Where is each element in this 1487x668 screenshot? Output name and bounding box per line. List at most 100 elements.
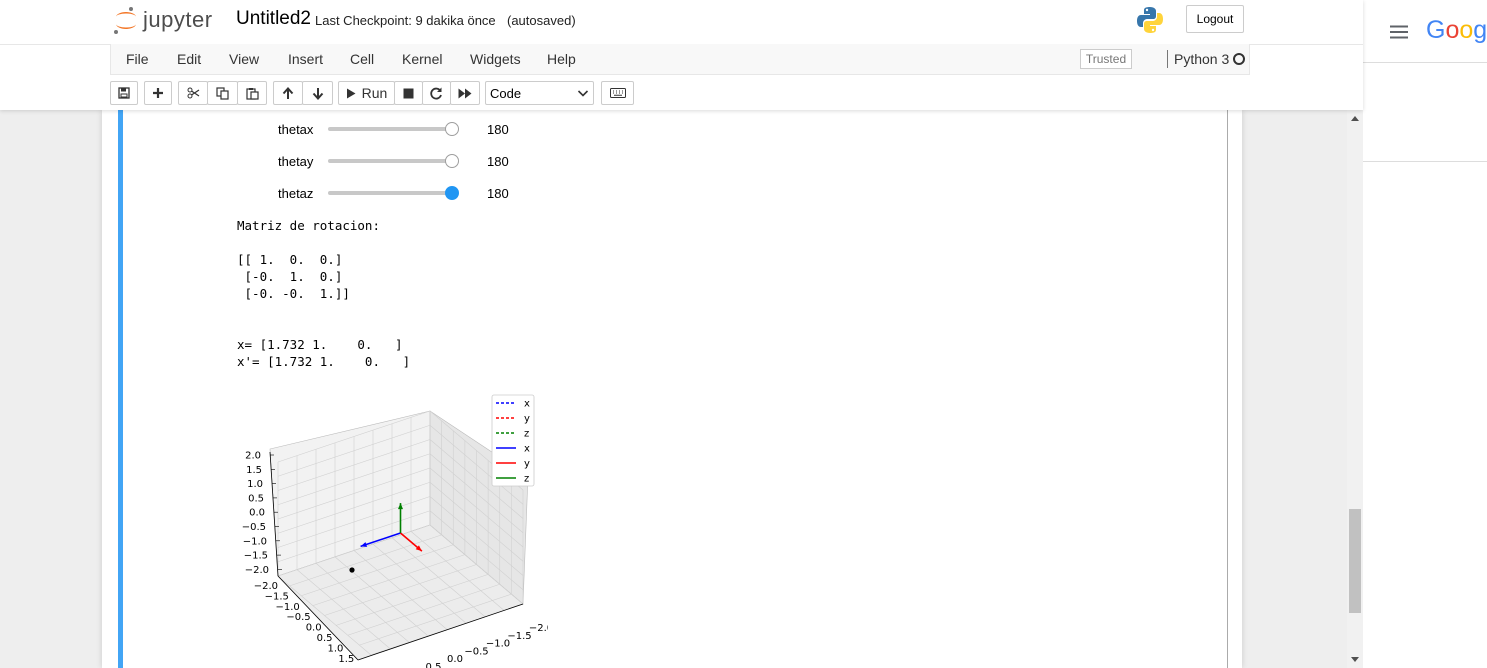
legend-label: z <box>524 429 529 440</box>
notebook-header: jupyter Untitled2 Last Checkpoint: 9 dak… <box>0 0 1363 110</box>
kernel-separator <box>1167 50 1168 68</box>
google-letter: G <box>1426 16 1446 44</box>
menu-kernel[interactable]: Kernel <box>402 51 442 67</box>
slider-value[interactable]: 180 <box>487 122 509 137</box>
hamburger-menu-icon[interactable] <box>1390 25 1408 39</box>
z-tick-label: 0.5 <box>248 493 264 504</box>
menu-widgets[interactable]: Widgets <box>470 51 521 67</box>
menu-edit[interactable]: Edit <box>177 51 201 67</box>
move-up-button[interactable] <box>273 81 303 105</box>
google-content-area <box>1363 62 1487 162</box>
slider-track[interactable] <box>328 159 452 163</box>
scroll-down-arrow-icon[interactable] <box>1350 656 1360 664</box>
fast-forward-icon <box>458 88 472 98</box>
slider-value[interactable]: 180 <box>487 186 509 201</box>
menu-bar: File Edit View Insert Cell Kernel Widget… <box>110 44 1250 75</box>
restart-icon <box>430 87 442 99</box>
keyboard-icon <box>609 88 626 98</box>
google-logo[interactable]: Googl <box>1426 16 1487 45</box>
x-tick-label: −1.0 <box>276 602 300 613</box>
notebook-scrollbar[interactable] <box>1347 110 1363 668</box>
z-tick-label: −1.0 <box>243 536 267 547</box>
z-tick-label: −1.5 <box>244 551 268 562</box>
notebook-name[interactable]: Untitled2 <box>236 8 311 30</box>
slider-track[interactable] <box>328 127 452 131</box>
insert-cell-button[interactable] <box>144 81 172 105</box>
run-button[interactable]: Run <box>338 81 395 105</box>
z-tick-label: 0.0 <box>249 508 265 519</box>
copy-button[interactable] <box>207 81 238 105</box>
slider-thetax: thetax 180 <box>278 119 518 139</box>
xprime-vector-output: x'= [1.732 1. 0. ] <box>237 354 411 369</box>
interrupt-button[interactable] <box>394 81 423 105</box>
menu-view[interactable]: View <box>229 51 259 67</box>
scissors-icon <box>187 87 199 99</box>
save-button[interactable] <box>110 81 138 105</box>
arrow-down-icon <box>312 87 323 100</box>
z-tick-label: −2.0 <box>245 565 269 576</box>
slider-handle[interactable] <box>445 186 459 200</box>
legend-label: x <box>524 399 530 410</box>
trusted-badge[interactable]: Trusted <box>1080 49 1132 69</box>
slider-thetay: thetay 180 <box>278 151 518 171</box>
slider-value[interactable]: 180 <box>487 154 509 169</box>
matrix-line: [-0. 1. 0.] <box>237 269 343 284</box>
menu-help[interactable]: Help <box>547 51 576 67</box>
slider-label: thetax <box>278 122 314 137</box>
x-vector-output: x= [1.732 1. 0. ] <box>237 337 403 352</box>
jupyter-logo[interactable]: jupyter <box>113 5 213 35</box>
restart-button[interactable] <box>422 81 451 105</box>
move-down-button[interactable] <box>302 81 333 105</box>
save-icon <box>118 87 130 99</box>
slider-thetaz: thetaz 180 <box>278 183 518 203</box>
stop-icon <box>403 88 414 98</box>
command-palette-button[interactable] <box>601 81 634 105</box>
kernel-name[interactable]: Python 3 <box>1174 51 1229 67</box>
paste-icon <box>245 87 259 100</box>
x-tick-label: 0.5 <box>317 633 333 644</box>
selected-cell-marker <box>118 110 123 668</box>
slider-handle[interactable] <box>445 154 459 168</box>
jupyter-logo-text: jupyter <box>143 7 213 32</box>
z-tick-label: 1.5 <box>246 465 262 476</box>
last-checkpoint: Last Checkpoint: 9 dakika önce <box>315 13 496 28</box>
menu-cell[interactable]: Cell <box>350 51 374 67</box>
paste-button[interactable] <box>237 81 267 105</box>
menu-file[interactable]: File <box>126 51 149 67</box>
arrow-up-icon <box>282 86 294 99</box>
menu-insert[interactable]: Insert <box>288 51 323 67</box>
scrollbar-thumb[interactable] <box>1349 509 1361 613</box>
data-point-marker <box>349 567 355 573</box>
play-icon <box>346 88 356 98</box>
x-tick-label: −1.5 <box>265 591 289 602</box>
plus-icon <box>153 88 163 98</box>
chevron-down-icon <box>577 90 589 97</box>
google-letter: o <box>1445 16 1460 44</box>
kernel-idle-indicator <box>1233 53 1245 65</box>
scroll-up-arrow-icon[interactable] <box>1350 114 1360 122</box>
y-tick-label: 0.0 <box>447 654 463 665</box>
google-side-panel: Googl <box>1363 0 1487 668</box>
cut-button[interactable] <box>178 81 208 105</box>
x-tick-label: 1.5 <box>338 654 354 665</box>
google-top-bar: Googl <box>1363 0 1487 63</box>
y-tick-label: −1.0 <box>486 639 510 650</box>
autosave-status: (autosaved) <box>507 13 576 28</box>
logout-button[interactable]: Logout <box>1186 5 1244 33</box>
jupyter-logo-icon <box>114 7 136 34</box>
matrix-title: Matriz de rotacion: <box>237 218 380 233</box>
y-tick-label: −1.5 <box>507 631 531 642</box>
python-logo-icon <box>1135 5 1165 40</box>
cell-type-select[interactable]: Code <box>485 81 594 105</box>
slider-track[interactable] <box>328 191 452 195</box>
top-bar: jupyter Untitled2 Last Checkpoint: 9 dak… <box>0 0 1363 45</box>
z-tick-label: −0.5 <box>242 522 266 533</box>
legend-label: y <box>524 414 530 425</box>
slider-label: thetaz <box>278 186 314 201</box>
run-label: Run <box>361 85 388 101</box>
plot-legend: xyzxyz <box>491 394 535 487</box>
slider-handle[interactable] <box>445 122 459 136</box>
restart-run-all-button[interactable] <box>450 81 480 105</box>
matrix-line: [[ 1. 0. 0.] <box>237 252 343 267</box>
x-tick-label: 1.0 <box>327 643 343 654</box>
